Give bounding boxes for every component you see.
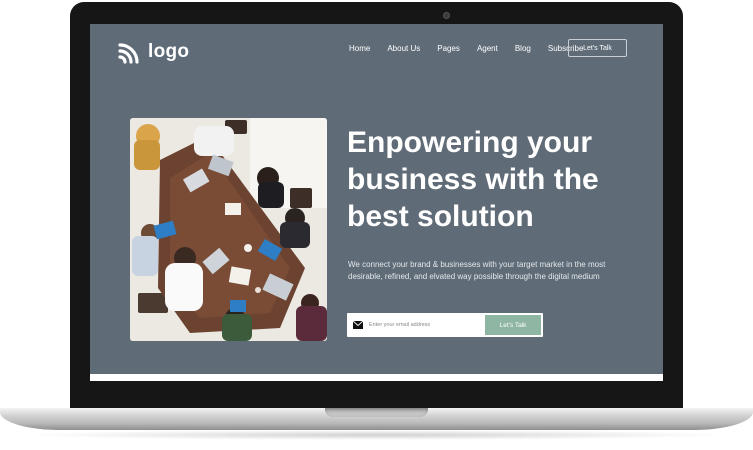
email-signup-form: Let's Talk	[347, 313, 543, 337]
email-input[interactable]	[369, 317, 481, 333]
logo-text: logo	[148, 41, 190, 62]
webcam-icon	[443, 12, 450, 19]
nav-blog[interactable]: Blog	[515, 44, 531, 53]
team-meeting-illustration	[130, 118, 327, 341]
main-nav: Home About Us Pages Agent Blog Subscribe	[349, 44, 600, 53]
screen-bottom-strip	[90, 374, 663, 381]
nav-home[interactable]: Home	[349, 44, 370, 53]
hero-subtext: We connect your brand & businesses with …	[348, 260, 606, 281]
website-screen: logo Home About Us Pages Agent Blog Subs…	[90, 24, 663, 381]
laptop-shadow	[20, 430, 733, 440]
lets-talk-submit-button[interactable]: Let's Talk	[485, 315, 541, 335]
hero-photo	[130, 118, 327, 341]
hero-headline: Enpowering your business with the best s…	[347, 126, 599, 233]
laptop-notch	[325, 408, 428, 417]
nav-about-us[interactable]: About Us	[387, 44, 420, 53]
lets-talk-header-button[interactable]: Let's Talk	[568, 39, 627, 57]
nav-pages[interactable]: Pages	[437, 44, 460, 53]
nav-agent[interactable]: Agent	[477, 44, 498, 53]
logo[interactable]: logo	[118, 40, 189, 64]
logo-waves-icon	[118, 43, 139, 64]
mail-icon	[353, 321, 363, 329]
